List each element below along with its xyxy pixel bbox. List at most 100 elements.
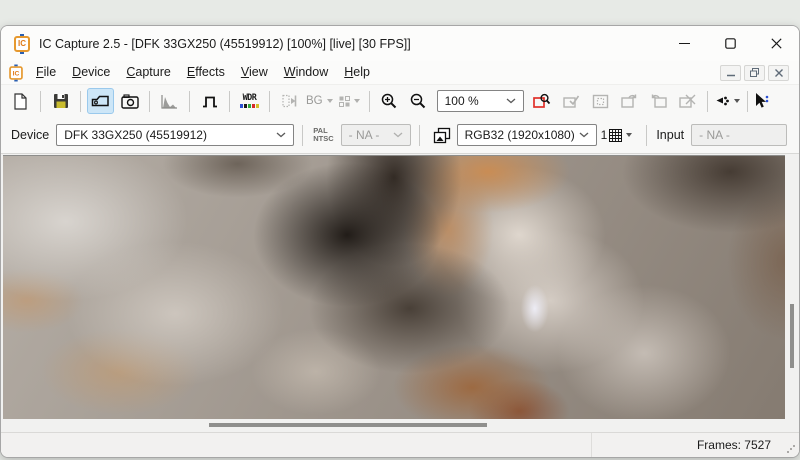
trigger-icon xyxy=(202,95,218,108)
new-file-icon xyxy=(13,93,28,110)
toolbar-separator xyxy=(369,91,370,112)
binning-value: 1 xyxy=(601,128,608,142)
video-norm-label: PAL NTSC xyxy=(313,127,333,143)
input-select-value: - NA - xyxy=(699,128,730,142)
roi-center-icon xyxy=(592,94,609,109)
zoom-in-icon xyxy=(381,93,397,109)
context-help-button[interactable] xyxy=(754,88,770,114)
zoom-in-button[interactable] xyxy=(376,88,403,114)
roi-cancel-icon xyxy=(679,94,696,109)
maximize-button[interactable] xyxy=(707,26,753,61)
binning-dropdown-button[interactable]: 1 xyxy=(597,123,639,147)
video-format-icon xyxy=(433,127,451,144)
mdi-restore-button[interactable] xyxy=(744,65,765,81)
video-format-button[interactable] xyxy=(429,122,456,148)
zoom-level-value: 100 % xyxy=(445,94,479,108)
image-viewport-region xyxy=(1,154,799,432)
histogram-icon xyxy=(161,94,178,109)
new-file-button[interactable] xyxy=(7,88,34,114)
binning-grid-icon xyxy=(609,129,622,142)
vertical-scrollbar[interactable] xyxy=(785,154,799,419)
save-icon xyxy=(53,93,69,109)
wdr-button[interactable]: WDR xyxy=(236,88,263,114)
roi-center-button xyxy=(587,88,614,114)
video-norm-select: - NA - xyxy=(341,124,411,146)
snap-image-button[interactable] xyxy=(116,88,143,114)
toolbar-separator xyxy=(747,91,748,112)
roi-confirm-icon xyxy=(563,94,580,109)
video-norm-value: - NA - xyxy=(349,128,380,142)
minimize-button[interactable] xyxy=(661,26,707,61)
menu-device[interactable]: Device xyxy=(64,63,118,82)
bg-dropdown-button: BG xyxy=(305,88,334,114)
live-display-icon xyxy=(91,94,110,108)
close-button[interactable] xyxy=(753,26,799,61)
toolbar-separator xyxy=(189,91,190,112)
status-bar: Frames: 7527 xyxy=(1,432,799,457)
menu-effects[interactable]: Effects xyxy=(179,63,233,82)
video-format-value: RGB32 (1920x1080) xyxy=(465,128,575,142)
frames-status-pane: Frames: 7527 xyxy=(591,433,799,457)
window-title: IC Capture 2.5 - [DFK 33GX250 (45519912)… xyxy=(39,37,411,51)
main-toolbar: WDR BG xyxy=(1,84,799,117)
toolbar-separator xyxy=(707,91,708,112)
roi-undo-button xyxy=(645,88,672,114)
mdi-minimize-button[interactable] xyxy=(720,65,741,81)
live-video-frame xyxy=(3,155,785,419)
toolbar-separator xyxy=(80,91,81,112)
roi-undo-icon xyxy=(650,94,667,109)
trigger-button[interactable] xyxy=(196,88,223,114)
device-select-value: DFK 33GX250 (45519912) xyxy=(64,128,207,142)
roi-redo-icon xyxy=(621,94,638,109)
live-display-toggle[interactable] xyxy=(87,88,114,114)
roi-cancel-button xyxy=(674,88,701,114)
zoom-level-select[interactable]: 100 % xyxy=(437,90,524,112)
chevron-down-icon xyxy=(579,132,589,138)
chevron-down-icon xyxy=(276,132,286,138)
roi-zoom-button[interactable] xyxy=(529,88,556,114)
window-caption-buttons xyxy=(661,26,799,61)
menu-bar: IC File Device Capture Effects View Wind… xyxy=(1,61,799,84)
tile-grid-dropdown-button xyxy=(336,88,363,114)
zoom-out-icon xyxy=(410,93,426,109)
close-icon xyxy=(771,38,782,49)
mdi-window-buttons xyxy=(720,65,792,81)
mdi-close-button[interactable] xyxy=(768,65,789,81)
ic-capture-window: IC IC Capture 2.5 - [DFK 33GX250 (455199… xyxy=(0,25,800,458)
input-select: - NA - xyxy=(691,124,787,146)
minimize-icon xyxy=(679,38,690,49)
resize-grip-icon[interactable] xyxy=(786,444,796,454)
toolbar-separator xyxy=(419,125,420,146)
bg-label: BG xyxy=(306,95,323,107)
original-size-button xyxy=(276,88,303,114)
io-path-icon xyxy=(715,95,730,107)
save-button[interactable] xyxy=(47,88,74,114)
zoom-out-button[interactable] xyxy=(405,88,432,114)
close-icon xyxy=(775,69,783,77)
title-bar: IC IC Capture 2.5 - [DFK 33GX250 (455199… xyxy=(1,26,799,61)
device-select[interactable]: DFK 33GX250 (45519912) xyxy=(56,124,294,146)
menu-help[interactable]: Help xyxy=(336,63,378,82)
toolbar-separator xyxy=(149,91,150,112)
menu-file[interactable]: File xyxy=(28,63,64,82)
menu-view[interactable]: View xyxy=(233,63,276,82)
horizontal-scrollbar[interactable] xyxy=(1,419,785,432)
tile-grid-icon xyxy=(339,96,350,107)
minimize-icon xyxy=(727,69,735,77)
chevron-down-icon xyxy=(354,99,360,103)
maximize-icon xyxy=(725,38,736,49)
chevron-down-icon xyxy=(734,99,740,103)
scrollbar-corner xyxy=(785,419,799,432)
device-toolbar: Device DFK 33GX250 (45519912) PAL NTSC -… xyxy=(1,117,799,154)
menu-window[interactable]: Window xyxy=(276,63,336,82)
toolbar-separator xyxy=(269,91,270,112)
vertical-scrollbar-thumb[interactable] xyxy=(790,304,794,368)
video-format-select[interactable]: RGB32 (1920x1080) xyxy=(457,124,597,146)
device-label: Device xyxy=(11,128,49,142)
io-path-dropdown-button[interactable] xyxy=(714,88,741,114)
frames-counter: Frames: 7527 xyxy=(697,438,771,452)
chevron-down-icon xyxy=(327,99,333,103)
histogram-button[interactable] xyxy=(156,88,183,114)
horizontal-scrollbar-thumb[interactable] xyxy=(209,423,487,427)
menu-capture[interactable]: Capture xyxy=(118,63,178,82)
